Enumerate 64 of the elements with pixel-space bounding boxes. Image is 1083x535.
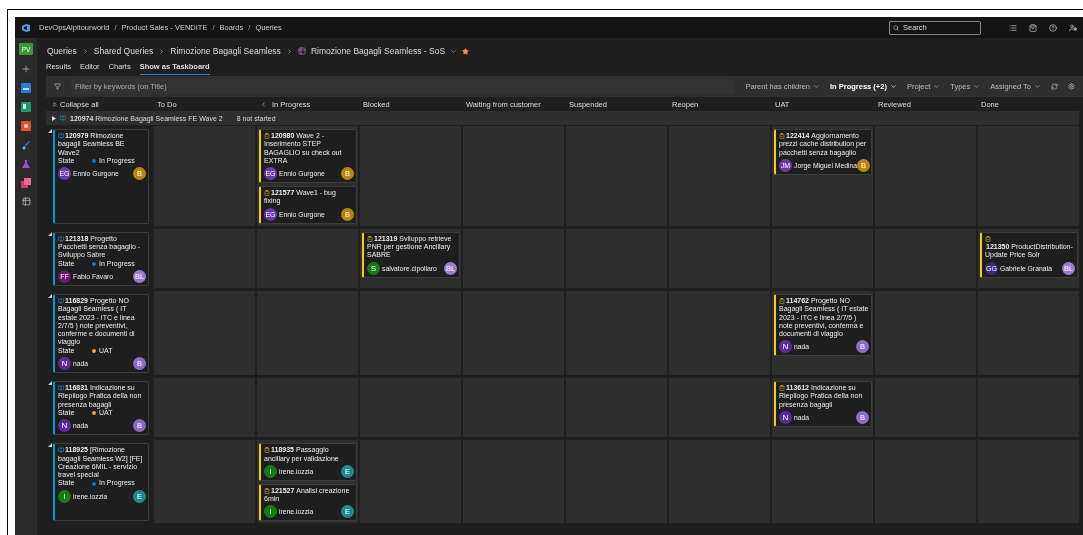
avatar: I <box>264 505 277 519</box>
clipboard-icon <box>264 487 270 494</box>
chevron-down-icon <box>933 83 941 90</box>
flask-icon[interactable] <box>21 159 31 169</box>
clipboard-icon <box>264 190 270 197</box>
collapse-triangle-icon[interactable] <box>48 129 52 133</box>
logo-icon[interactable] <box>21 22 31 33</box>
query-title: Rimozione Bagagli Seamless - SoS <box>310 46 446 56</box>
refresh-icon <box>1051 83 1058 90</box>
clipboard-icon <box>367 235 373 242</box>
book-icon <box>58 235 64 242</box>
table-icon[interactable] <box>21 197 31 206</box>
clipboard-icon <box>779 385 785 392</box>
clipboard-icon <box>264 133 270 139</box>
collapse-triangle-icon[interactable] <box>48 231 52 236</box>
plus-icon[interactable] <box>21 64 31 74</box>
avatar: N <box>58 419 71 433</box>
avatar: I <box>264 464 277 478</box>
settings-button[interactable] <box>1068 83 1075 90</box>
refresh-button[interactable] <box>1051 83 1058 90</box>
chevron-right-icon <box>285 47 293 55</box>
filter-icon <box>54 83 61 90</box>
boards-icon[interactable] <box>21 102 31 112</box>
repos-icon[interactable] <box>21 121 31 131</box>
avatar: S <box>367 261 380 275</box>
settings-icon <box>1068 83 1075 90</box>
collapse-triangle-icon[interactable] <box>48 381 52 386</box>
book-icon <box>58 133 64 139</box>
query-icon <box>297 47 306 55</box>
chevron-down-icon <box>813 83 820 90</box>
clipboard-icon <box>779 297 785 304</box>
help-icon[interactable] <box>1049 23 1057 32</box>
search-icon <box>893 24 899 31</box>
avatar: N <box>779 410 792 424</box>
chevron-down-icon <box>889 83 897 90</box>
avatar: N <box>58 357 71 371</box>
chevron-right-icon <box>81 47 89 55</box>
book-icon <box>58 297 64 304</box>
chevron-down-icon[interactable] <box>450 47 458 55</box>
chevron-right-icon <box>158 47 166 55</box>
double-chevron-up-icon <box>51 100 58 108</box>
book-icon <box>58 447 64 454</box>
book-icon <box>58 385 64 392</box>
clipboard-icon <box>264 447 270 454</box>
bag-icon[interactable] <box>1029 23 1037 32</box>
collapse-column-icon[interactable] <box>260 100 267 108</box>
collapse-triangle-icon[interactable] <box>48 443 52 448</box>
chevron-down-icon <box>973 83 981 90</box>
collapse-triangle-icon[interactable] <box>48 293 52 298</box>
artifacts-icon[interactable] <box>21 178 31 188</box>
clipboard-icon <box>779 133 785 139</box>
expand-triangle-icon[interactable] <box>52 115 56 121</box>
clipboard-icon <box>985 235 991 242</box>
user-settings-icon[interactable] <box>1069 23 1077 32</box>
book-icon <box>60 115 66 121</box>
star-icon[interactable] <box>462 47 470 55</box>
list-icon[interactable] <box>1009 23 1017 32</box>
breadcrumb-link[interactable]: Shared Queries <box>93 46 154 56</box>
chevron-down-icon <box>1034 83 1041 90</box>
breadcrumb-link[interactable]: Rimozione Bagagli Seamless <box>170 46 281 56</box>
avatar: N <box>779 340 792 354</box>
overview-icon[interactable] <box>21 83 31 93</box>
avatar: I <box>58 489 71 503</box>
breadcrumb-link[interactable]: Queries <box>47 46 77 56</box>
